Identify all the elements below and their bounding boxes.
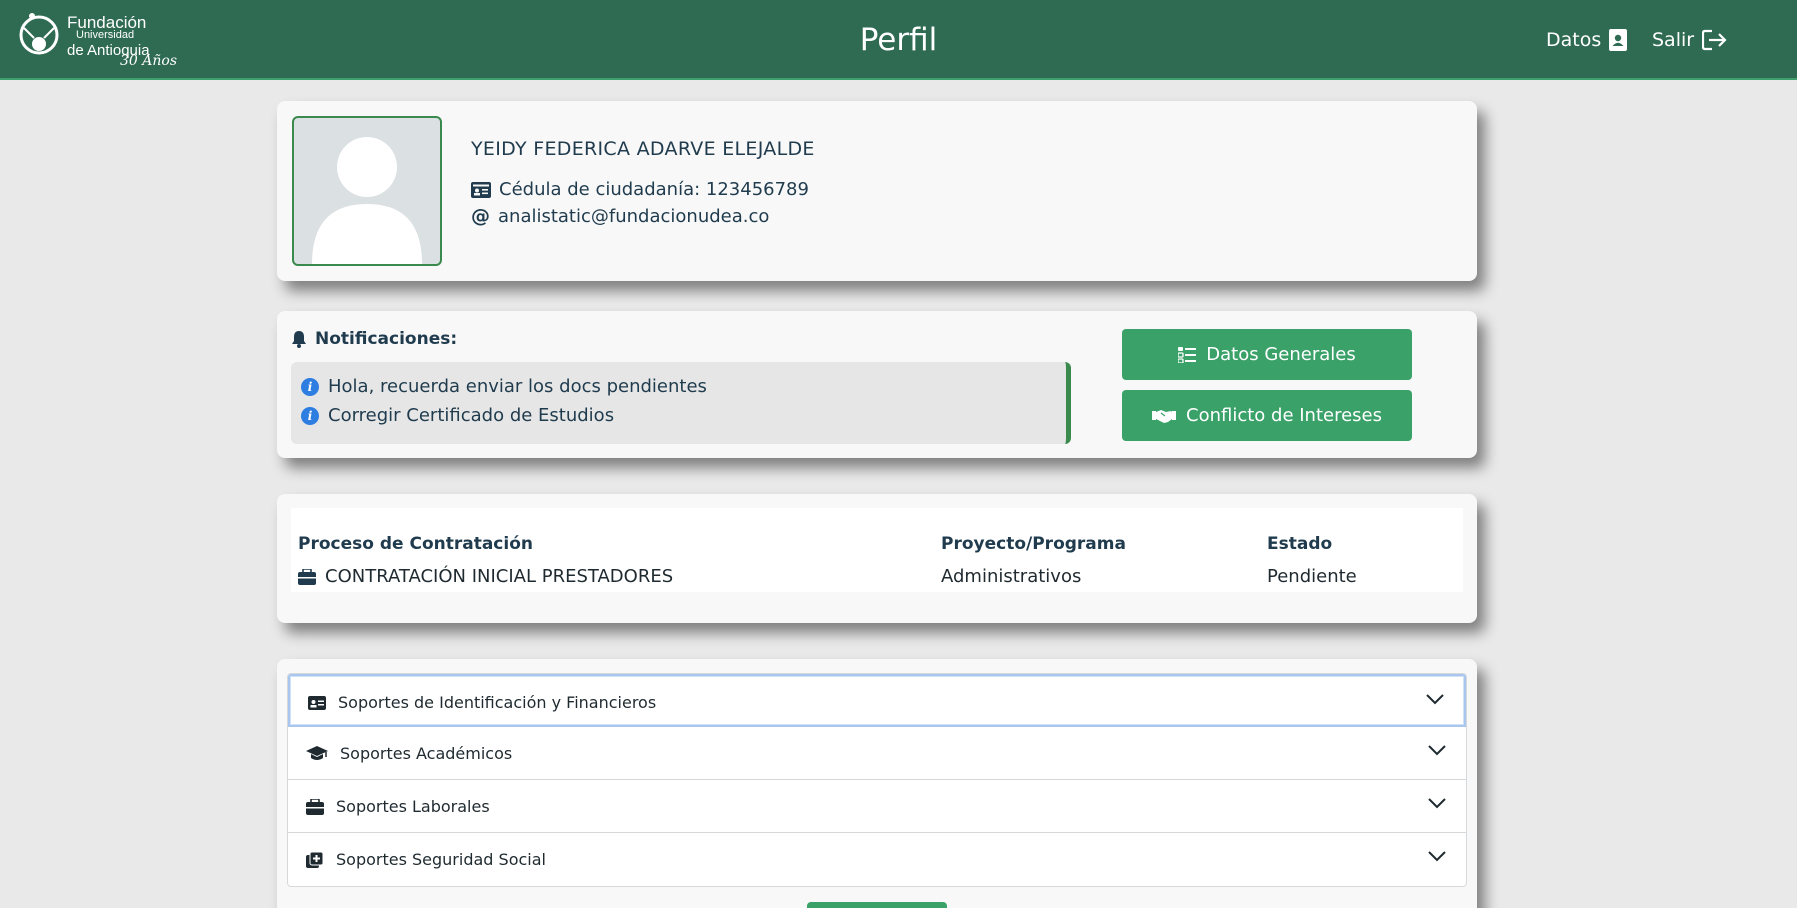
contact-card-icon xyxy=(1609,29,1628,51)
column-header-proyecto: Proyecto/Programa xyxy=(941,534,1126,554)
profile-card: YEIDY FEDERICA ADARVE ELEJALDE Cédula de… xyxy=(277,101,1477,281)
briefcase-icon xyxy=(306,798,324,815)
logout-icon xyxy=(1702,29,1727,51)
notification-text: Corregir Certificado de Estudios xyxy=(328,405,615,426)
conflicto-intereses-button[interactable]: Conflicto de Intereses xyxy=(1122,390,1412,441)
cell-proceso: CONTRATACIÓN INICIAL PRESTADORES xyxy=(325,566,674,587)
accordion-item-label: Soportes de Identificación y Financieros xyxy=(338,693,657,712)
accordion-item-label: Soportes Académicos xyxy=(340,744,513,763)
column-header-estado: Estado xyxy=(1267,534,1333,554)
accordion-label-row: Soportes Académicos xyxy=(306,727,512,780)
top-navbar: Fundación Universidad de Antioquia 30 Añ… xyxy=(0,0,1797,80)
nav-datos-label: Datos xyxy=(1546,29,1602,51)
handshake-icon xyxy=(1152,409,1176,423)
notification-text: Hola, recuerda enviar los docs pendiente… xyxy=(328,376,707,397)
accordion-item-label: Soportes Seguridad Social xyxy=(336,850,546,869)
info-icon: i xyxy=(301,377,319,396)
accordion-item-academicos[interactable]: Soportes Académicos xyxy=(288,727,1466,780)
profile-email: analistatic@fundacionudea.co xyxy=(498,205,770,227)
graduation-cap-icon xyxy=(306,745,328,760)
datos-generales-button[interactable]: Datos Generales xyxy=(1122,329,1412,380)
cell-proyecto: Administrativos xyxy=(941,566,1082,587)
profile-name: YEIDY FEDERICA ADARVE ELEJALDE xyxy=(471,138,815,160)
id-card-icon xyxy=(308,695,326,710)
contract-card: Proceso de Contratación Proyecto/Program… xyxy=(277,494,1477,623)
conflicto-intereses-label: Conflicto de Intereses xyxy=(1186,405,1382,426)
notifications-title: Notificaciones: xyxy=(291,329,457,349)
briefcase-icon xyxy=(298,568,316,585)
id-card-icon xyxy=(471,181,491,198)
table-row: CONTRATACIÓN INICIAL PRESTADORES xyxy=(298,566,673,587)
accordion-label-row: Soportes Laborales xyxy=(306,780,490,833)
accordion-item-identificacion[interactable]: Soportes de Identificación y Financieros xyxy=(288,674,1466,727)
contract-table: Proceso de Contratación Proyecto/Program… xyxy=(291,508,1463,592)
datos-generales-label: Datos Generales xyxy=(1206,344,1356,365)
accordion-label-row: Soportes Seguridad Social xyxy=(306,833,546,886)
list-item: i Corregir Certificado de Estudios xyxy=(301,405,614,426)
accordion-item-seguridad-social[interactable]: Soportes Seguridad Social xyxy=(288,833,1466,886)
chevron-down-icon xyxy=(1428,798,1446,809)
medical-file-icon xyxy=(306,851,324,868)
cell-estado: Pendiente xyxy=(1267,566,1357,587)
nav-salir-label: Salir xyxy=(1652,29,1695,51)
notifications-list: i Hola, recuerda enviar los docs pendien… xyxy=(291,362,1071,444)
chevron-down-icon xyxy=(1428,745,1446,756)
nav-salir-link[interactable]: Salir xyxy=(1652,26,1728,54)
bottom-action-button[interactable] xyxy=(807,902,947,908)
documents-card: Soportes de Identificación y Financieros… xyxy=(277,659,1477,908)
chevron-down-icon xyxy=(1428,851,1446,862)
nav-datos-link[interactable]: Datos xyxy=(1546,26,1628,54)
user-silhouette-icon xyxy=(312,137,422,264)
notifications-title-text: Notificaciones: xyxy=(315,329,458,349)
list-item: i Hola, recuerda enviar los docs pendien… xyxy=(301,376,707,397)
avatar xyxy=(292,116,442,266)
list-check-icon xyxy=(1178,346,1197,363)
accordion-item-laborales[interactable]: Soportes Laborales xyxy=(288,780,1466,833)
bell-icon xyxy=(292,331,306,348)
info-icon: i xyxy=(301,406,319,425)
page-title: Perfil xyxy=(859,22,938,58)
chevron-down-icon xyxy=(1426,694,1444,705)
accordion-label-row: Soportes de Identificación y Financieros xyxy=(308,676,656,729)
accordion-item-label: Soportes Laborales xyxy=(336,797,490,816)
profile-email-line: @ analistatic@fundacionudea.co xyxy=(471,205,769,227)
profile-id-text: Cédula de ciudadanía: 123456789 xyxy=(499,179,809,200)
documents-accordion: Soportes de Identificación y Financieros… xyxy=(287,673,1467,887)
profile-id-line: Cédula de ciudadanía: 123456789 xyxy=(471,179,809,200)
notifications-card: Notificaciones: i Hola, recuerda enviar … xyxy=(277,311,1477,458)
column-header-proceso: Proceso de Contratación xyxy=(298,534,533,554)
at-sign-icon: @ xyxy=(471,205,490,227)
